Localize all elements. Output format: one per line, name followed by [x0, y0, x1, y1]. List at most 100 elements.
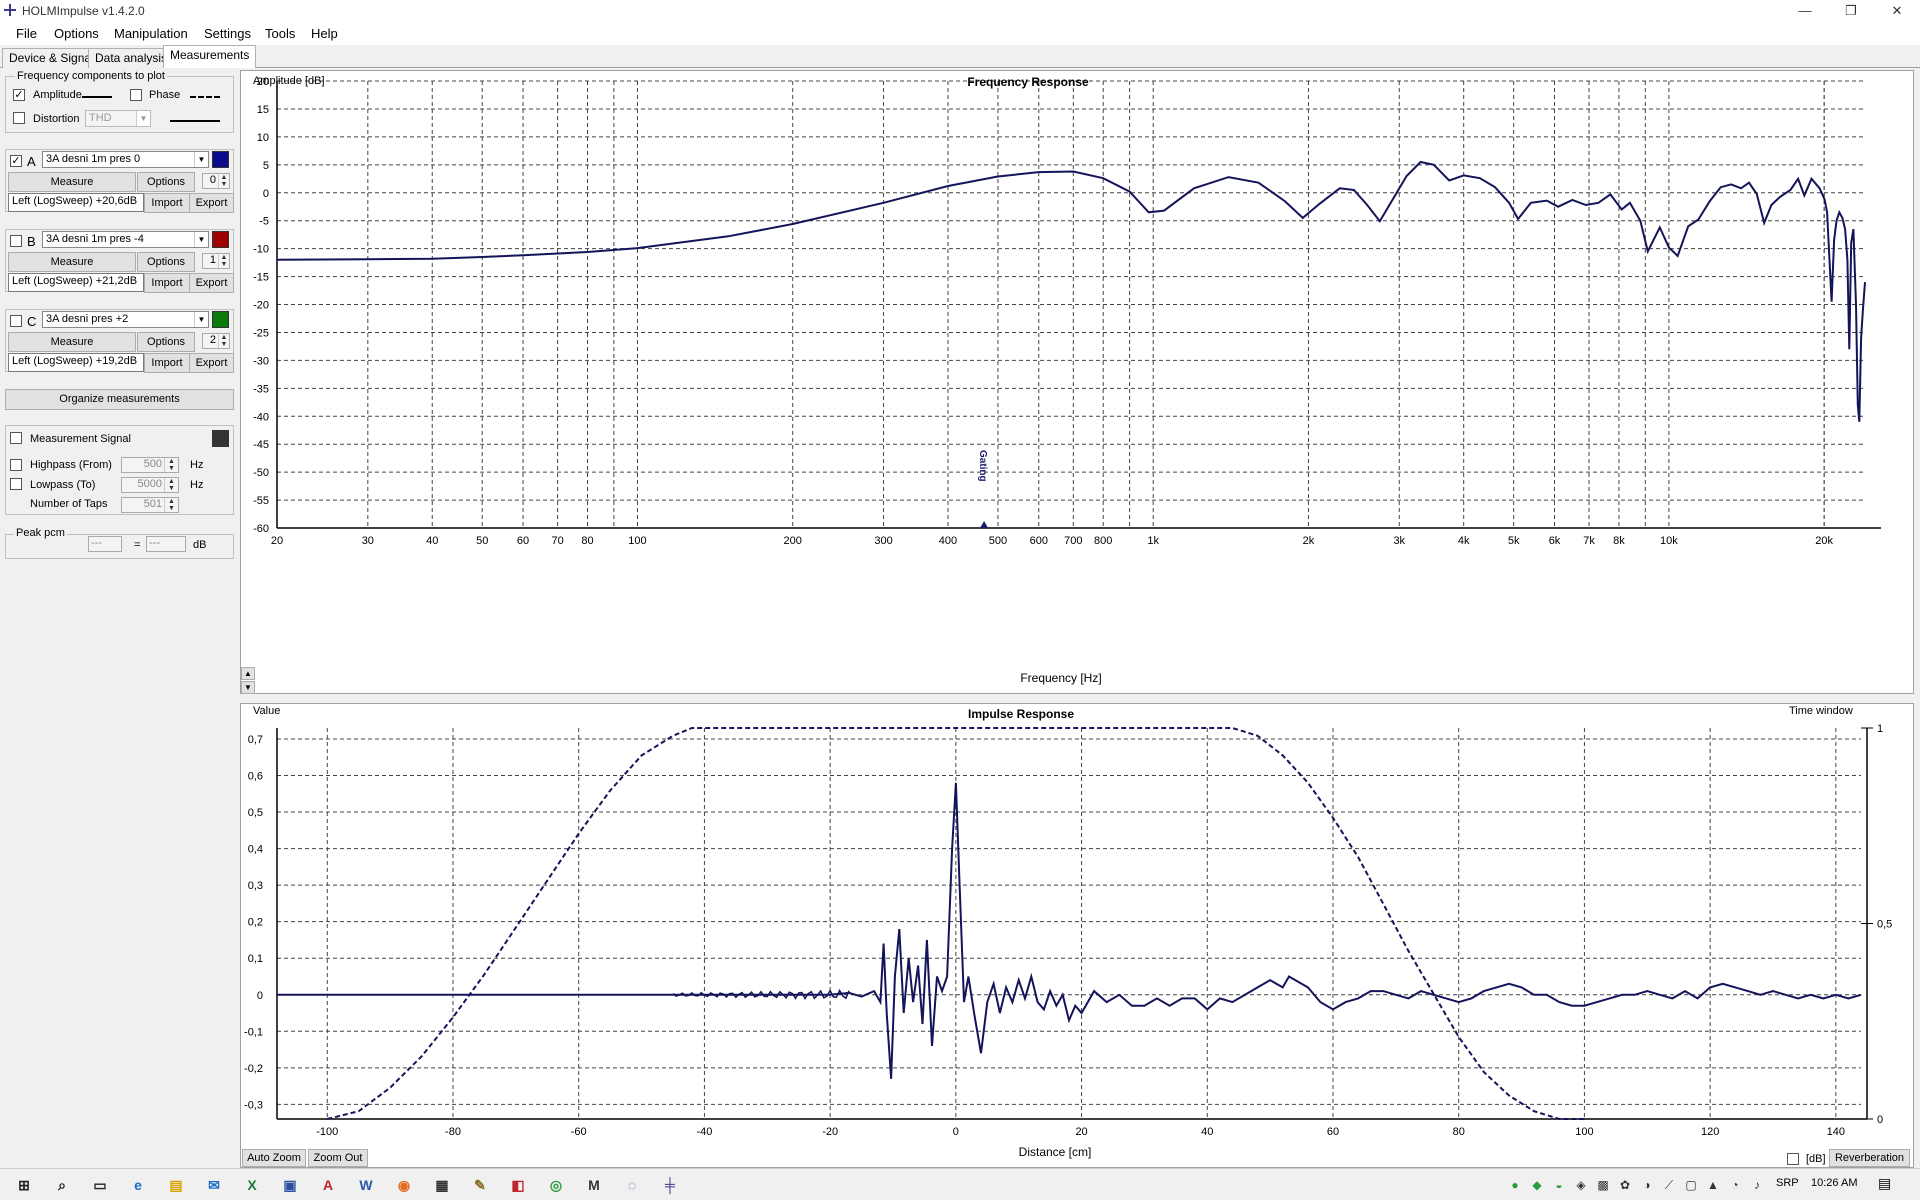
auto-zoom-button[interactable]: Auto Zoom	[242, 1149, 306, 1167]
frequency-response-chart[interactable]: 20151050-5-10-15-20-25-30-35-40-45-50-55…	[241, 71, 1913, 693]
taps-spinner[interactable]: 501 ▲ ▼	[121, 497, 179, 513]
menu-manipulation[interactable]: Manipulation	[114, 26, 188, 41]
measurement-color-swatch[interactable]	[212, 231, 229, 248]
restore-button[interactable]: ❐	[1828, 0, 1874, 22]
tray-icon[interactable]: ◑	[1637, 1175, 1657, 1195]
gating-arrow-icon[interactable]	[980, 521, 989, 528]
phase-checkbox[interactable]	[130, 89, 142, 101]
tray-icon[interactable]: ♪	[1747, 1175, 1767, 1195]
tray-icon[interactable]: ▩	[1593, 1175, 1613, 1195]
menu-settings[interactable]: Settings	[204, 26, 251, 41]
tray-icon[interactable]: ◒	[1549, 1175, 1569, 1195]
import-button[interactable]: Import	[144, 353, 190, 373]
impulse-response-panel[interactable]: 0,7 0,6 0,5 0,4 0,3 0,2 0,1 0 -0,1 -0,2 -0,3 -100 -8…	[240, 703, 1914, 1168]
measurement-spinner[interactable]: 2 ▲ ▼	[202, 333, 230, 349]
save-icon[interactable]: ▣	[280, 1175, 300, 1195]
measurement-name-select[interactable]: 3A desni 1m pres -4 ▼	[42, 231, 209, 248]
spin-arrows-icon[interactable]: ▲ ▼	[218, 254, 229, 268]
distortion-type-select[interactable]: THD ▼	[85, 110, 151, 127]
export-button[interactable]: Export	[189, 353, 234, 373]
export-button[interactable]: Export	[189, 193, 234, 213]
import-button[interactable]: Import	[144, 193, 190, 213]
language-indicator[interactable]: SRP	[1776, 1177, 1799, 1189]
tray-icon[interactable]: ◈	[1571, 1175, 1591, 1195]
menu-help[interactable]: Help	[311, 26, 338, 41]
start-icon[interactable]: ⊞	[14, 1175, 34, 1195]
tray-icon[interactable]: ◆	[1527, 1175, 1547, 1195]
viber-icon[interactable]: ◌	[622, 1175, 642, 1195]
tray-icon[interactable]: ◔	[1725, 1175, 1745, 1195]
export-button[interactable]: Export	[189, 273, 234, 293]
spin-arrows-icon[interactable]: ▲ ▼	[218, 334, 229, 348]
measurement-checkbox[interactable]: ✓	[10, 155, 22, 167]
scroll-up-icon[interactable]: ▲	[241, 667, 255, 680]
clock[interactable]: 10:26 AM	[1811, 1177, 1857, 1189]
menu-tools[interactable]: Tools	[265, 26, 295, 41]
signal-color-swatch[interactable]	[212, 430, 229, 447]
pdf-icon[interactable]: ◧	[508, 1175, 528, 1195]
tab-measurements[interactable]: Measurements	[163, 45, 257, 68]
measurement-checkbox[interactable]	[10, 235, 22, 247]
measurement-spinner[interactable]: 1 ▲ ▼	[202, 253, 230, 269]
search-icon[interactable]: ⌕	[52, 1175, 72, 1195]
notification-icon[interactable]: ▤	[1878, 1175, 1891, 1192]
lowpass-checkbox[interactable]	[10, 478, 22, 490]
measurement-name-select[interactable]: 3A desni 1m pres 0 ▼	[42, 151, 209, 168]
spin-arrows-icon[interactable]: ▲ ▼	[218, 174, 229, 188]
tab-data-analysis[interactable]: Data analysis	[88, 48, 175, 68]
distortion-checkbox[interactable]	[13, 112, 25, 124]
options-button[interactable]: Options	[137, 252, 195, 272]
measurement-name-select[interactable]: 3A desni pres +2 ▼	[42, 311, 209, 328]
tray-icon[interactable]: ●	[1505, 1175, 1525, 1195]
tray-icon[interactable]: ⟋	[1659, 1175, 1679, 1195]
reverberation-button[interactable]: Reverberation	[1829, 1149, 1910, 1167]
spin-arrows-icon[interactable]: ▲ ▼	[164, 458, 178, 472]
word-icon[interactable]: W	[356, 1175, 376, 1195]
tool-icon[interactable]: ✎	[470, 1175, 490, 1195]
acrobat-icon[interactable]: A	[318, 1175, 338, 1195]
phase-line-style	[190, 96, 220, 98]
measure-button[interactable]: Measure	[8, 252, 136, 272]
tray-icon[interactable]: ▲	[1703, 1175, 1723, 1195]
chrome-icon[interactable]: ◎	[546, 1175, 566, 1195]
scroll-down-icon[interactable]: ▼	[241, 681, 255, 694]
spin-arrows-icon[interactable]: ▲ ▼	[164, 478, 178, 492]
measurement-spinner[interactable]: 0 ▲ ▼	[202, 173, 230, 189]
highpass-spinner[interactable]: 500 ▲ ▼	[121, 457, 179, 473]
measure-button[interactable]: Measure	[8, 172, 136, 192]
gmail-icon[interactable]: M	[584, 1175, 604, 1195]
explorer-icon[interactable]: ▤	[166, 1175, 186, 1195]
excel-icon[interactable]: X	[242, 1175, 262, 1195]
measure-button[interactable]: Measure	[8, 332, 136, 352]
holm-icon[interactable]: ╪	[660, 1175, 680, 1195]
import-button[interactable]: Import	[144, 273, 190, 293]
tray-icon[interactable]: ✿	[1615, 1175, 1635, 1195]
tray-icon[interactable]: ▢	[1681, 1175, 1701, 1195]
gating-marker[interactable]: Gating	[977, 450, 988, 482]
close-button[interactable]: ✕	[1874, 0, 1920, 22]
measurement-color-swatch[interactable]	[212, 311, 229, 328]
impulse-response-chart[interactable]: 0,7 0,6 0,5 0,4 0,3 0,2 0,1 0 -0,1 -0,2 -0,3 -100 -8…	[241, 704, 1913, 1167]
firefox-icon[interactable]: ◉	[394, 1175, 414, 1195]
edge-icon[interactable]: e	[128, 1175, 148, 1195]
organize-measurements-button[interactable]: Organize measurements	[5, 389, 234, 410]
options-button[interactable]: Options	[137, 332, 195, 352]
zoom-out-button[interactable]: Zoom Out	[308, 1149, 368, 1167]
options-button[interactable]: Options	[137, 172, 195, 192]
task-view-icon[interactable]: ▭	[90, 1175, 110, 1195]
measurement-checkbox[interactable]	[10, 315, 22, 327]
amplitude-checkbox[interactable]: ✓	[13, 89, 25, 101]
calculator-icon[interactable]: ▦	[432, 1175, 452, 1195]
db-checkbox[interactable]	[1787, 1153, 1799, 1165]
tab-device-signal[interactable]: Device & Signal	[2, 48, 101, 68]
highpass-checkbox[interactable]	[10, 459, 22, 471]
frequency-response-panel[interactable]: 20 15 10 5 0 -5 -10 -15 -20 -25 -30 -35 -40 -45 -50 -55…	[240, 70, 1914, 694]
lowpass-spinner[interactable]: 5000 ▲ ▼	[121, 477, 179, 493]
spin-arrows-icon[interactable]: ▲ ▼	[164, 498, 178, 512]
menu-file[interactable]: File	[16, 26, 37, 41]
measurement-color-swatch[interactable]	[212, 151, 229, 168]
mail-icon[interactable]: ✉	[204, 1175, 224, 1195]
menu-options[interactable]: Options	[54, 26, 99, 41]
minimize-button[interactable]: —	[1782, 0, 1828, 22]
measurement-signal-checkbox[interactable]	[10, 432, 22, 444]
